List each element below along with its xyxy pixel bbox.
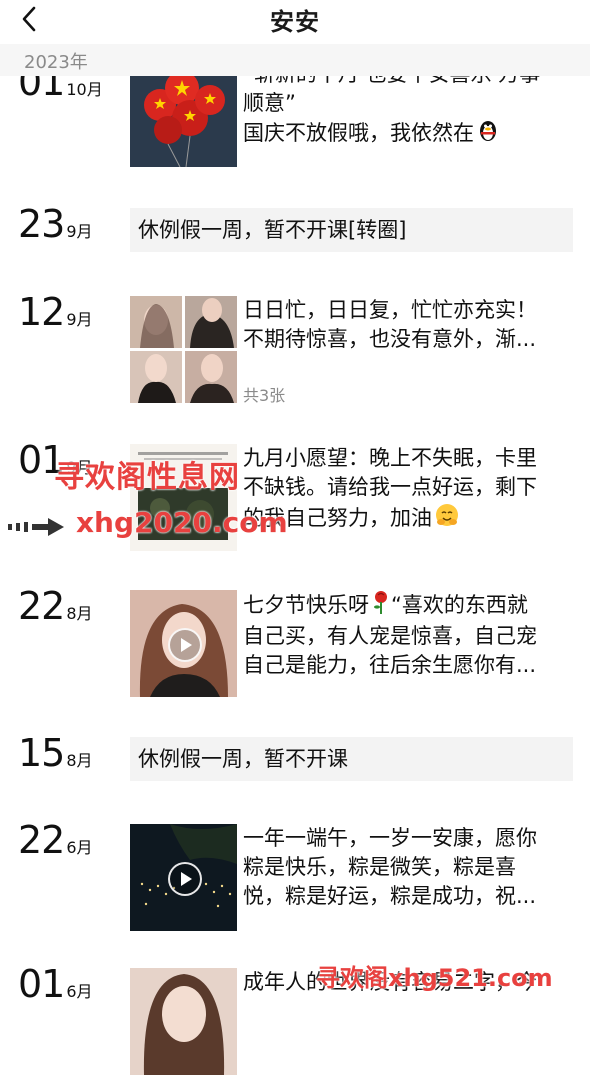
- post-text: 一年一端午，一岁一安康，愿你 粽是快乐，粽是微笑，粽是喜 悦，粽是好运，粽是成功…: [243, 826, 537, 908]
- post-image-balloons[interactable]: [130, 60, 237, 167]
- post-text: 日日忙，日日复，忙忙亦充实！ 不期待惊喜，也没有意外，渐...: [243, 298, 537, 351]
- year-label: 2023年: [24, 52, 88, 73]
- post-date: 01 6月: [18, 962, 93, 1006]
- post-date: 12 9月: [18, 290, 93, 334]
- post-image-grid[interactable]: [130, 296, 237, 403]
- watermark-text: 寻欢阁性息网: [54, 460, 240, 495]
- hugging-emoji-icon: [434, 502, 460, 536]
- play-icon[interactable]: [168, 862, 202, 896]
- year-section-header: 2023年: [0, 44, 590, 76]
- post-text: 九月小愿望：晚上不失眠，卡里 不缺钱。请给我一点好运，剩下 的我自己努力，加油: [243, 444, 573, 536]
- nav-bar: 安安: [0, 0, 590, 44]
- post-text: 七夕节快乐呀 “喜欢的东西就 自己买，有人宠是惊喜，自己宠 自己是能力，往后余生愿…: [243, 590, 573, 680]
- moments-feed: 0110月 “崭新的十月 也要平安喜乐 万事 顺意” 国庆不放假哦，我依然在: [0, 0, 590, 1075]
- watermark-arrow-icon: [8, 516, 66, 538]
- post-date: 22 6月: [18, 818, 93, 862]
- post-video-thumbnail[interactable]: [130, 590, 237, 697]
- post-video-thumbnail[interactable]: [130, 824, 237, 931]
- watermark-url: xhg2020.com: [76, 506, 288, 539]
- rose-emoji-icon: [371, 590, 391, 622]
- post-text-box: 休例假一周，暂不开课[转圈]: [130, 208, 573, 252]
- post-text-box: 休例假一周，暂不开课: [130, 737, 573, 781]
- image-count: 共3张: [243, 386, 286, 405]
- play-icon[interactable]: [168, 628, 202, 662]
- watermark-url-bottom: 寻欢阁xhg521.com: [316, 964, 553, 992]
- post-date: 22 8月: [18, 584, 93, 628]
- post-date: 23 9月: [18, 202, 93, 246]
- post-date: 15 8月: [18, 731, 93, 775]
- post-image[interactable]: [130, 968, 237, 1075]
- penguin-emoji-icon: [476, 118, 500, 150]
- page-title: 安安: [270, 8, 320, 36]
